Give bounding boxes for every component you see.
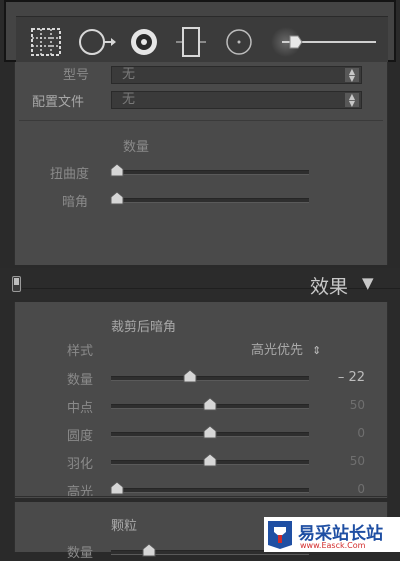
tool-strip xyxy=(4,0,396,65)
style-select[interactable]: 高光优先 ⇕ xyxy=(251,339,321,358)
effects-panel-header[interactable]: 效果 ▼ xyxy=(0,268,400,300)
effects-title: 效果 xyxy=(310,276,349,298)
slider-value[interactable]: 0 xyxy=(325,482,365,496)
slider-value[interactable]: 50 xyxy=(325,398,365,412)
watermark-logo-icon xyxy=(266,519,294,550)
vignette-slider-track[interactable] xyxy=(111,198,309,203)
slider-label: 中点 xyxy=(67,401,94,416)
tool-strip-inner xyxy=(16,16,388,65)
slider-track[interactable] xyxy=(111,376,309,381)
chevron-updown-icon: ▲ ▼ xyxy=(345,93,359,108)
red-eye-icon[interactable] xyxy=(128,27,160,57)
slider-label: 羽化 xyxy=(67,457,94,472)
slider-label: 高光 xyxy=(67,485,94,500)
spot-removal-icon[interactable] xyxy=(78,27,118,57)
collapse-arrow-icon[interactable]: ▼ xyxy=(362,274,374,292)
chevron-updown-icon: ⇕ xyxy=(312,344,322,357)
model-value: 无 xyxy=(122,67,136,82)
slider-track[interactable] xyxy=(111,488,309,493)
grain-title: 颗粒 xyxy=(111,519,138,534)
profile-select[interactable]: 无 ▲ ▼ xyxy=(111,91,362,109)
slider-label: 圆度 xyxy=(67,429,94,444)
profile-value: 无 xyxy=(122,92,136,107)
style-label: 样式 xyxy=(67,344,94,359)
lens-corrections-panel: 型号 无 ▲ ▼ 配置文件 无 ▲ ▼ 数量 扭曲度 暗角 xyxy=(14,62,388,265)
panel-switch-icon[interactable] xyxy=(12,276,21,292)
divider xyxy=(15,496,387,497)
post-crop-vignette-title: 裁剪后暗角 xyxy=(111,320,177,335)
slider-label: 数量 xyxy=(67,373,94,388)
radial-filter-icon[interactable] xyxy=(224,27,254,57)
watermark-url: www.Easck.Com xyxy=(300,541,366,550)
vignette-label: 暗角 xyxy=(62,195,89,210)
chevron-updown-icon: ▲ ▼ xyxy=(345,68,359,83)
slider-value[interactable]: – 22 xyxy=(325,370,365,385)
model-select[interactable]: 无 ▲ ▼ xyxy=(111,66,362,84)
distortion-slider-track[interactable] xyxy=(111,170,309,175)
site-watermark: 易采站长站 www.Easck.Com xyxy=(264,517,400,552)
slider-value[interactable]: 0 xyxy=(325,426,365,440)
brush-size-thumb[interactable] xyxy=(288,34,304,50)
divider xyxy=(19,120,383,121)
distortion-label: 扭曲度 xyxy=(50,167,90,182)
graduated-filter-icon[interactable] xyxy=(176,25,206,59)
style-value: 高光优先 xyxy=(251,343,304,358)
slider-value[interactable]: 50 xyxy=(325,454,365,468)
amount-section-title: 数量 xyxy=(123,140,150,155)
model-label: 型号 xyxy=(63,68,90,83)
effects-panel: 裁剪后暗角 样式 高光优先 ⇕ 数量 – 22 中点 50 圆度 0 羽化 50 高光 0 xyxy=(14,302,388,500)
grid-overlay-icon[interactable] xyxy=(30,27,62,57)
profile-label: 配置文件 xyxy=(32,95,85,110)
adjustment-brush-icon[interactable] xyxy=(268,25,380,59)
